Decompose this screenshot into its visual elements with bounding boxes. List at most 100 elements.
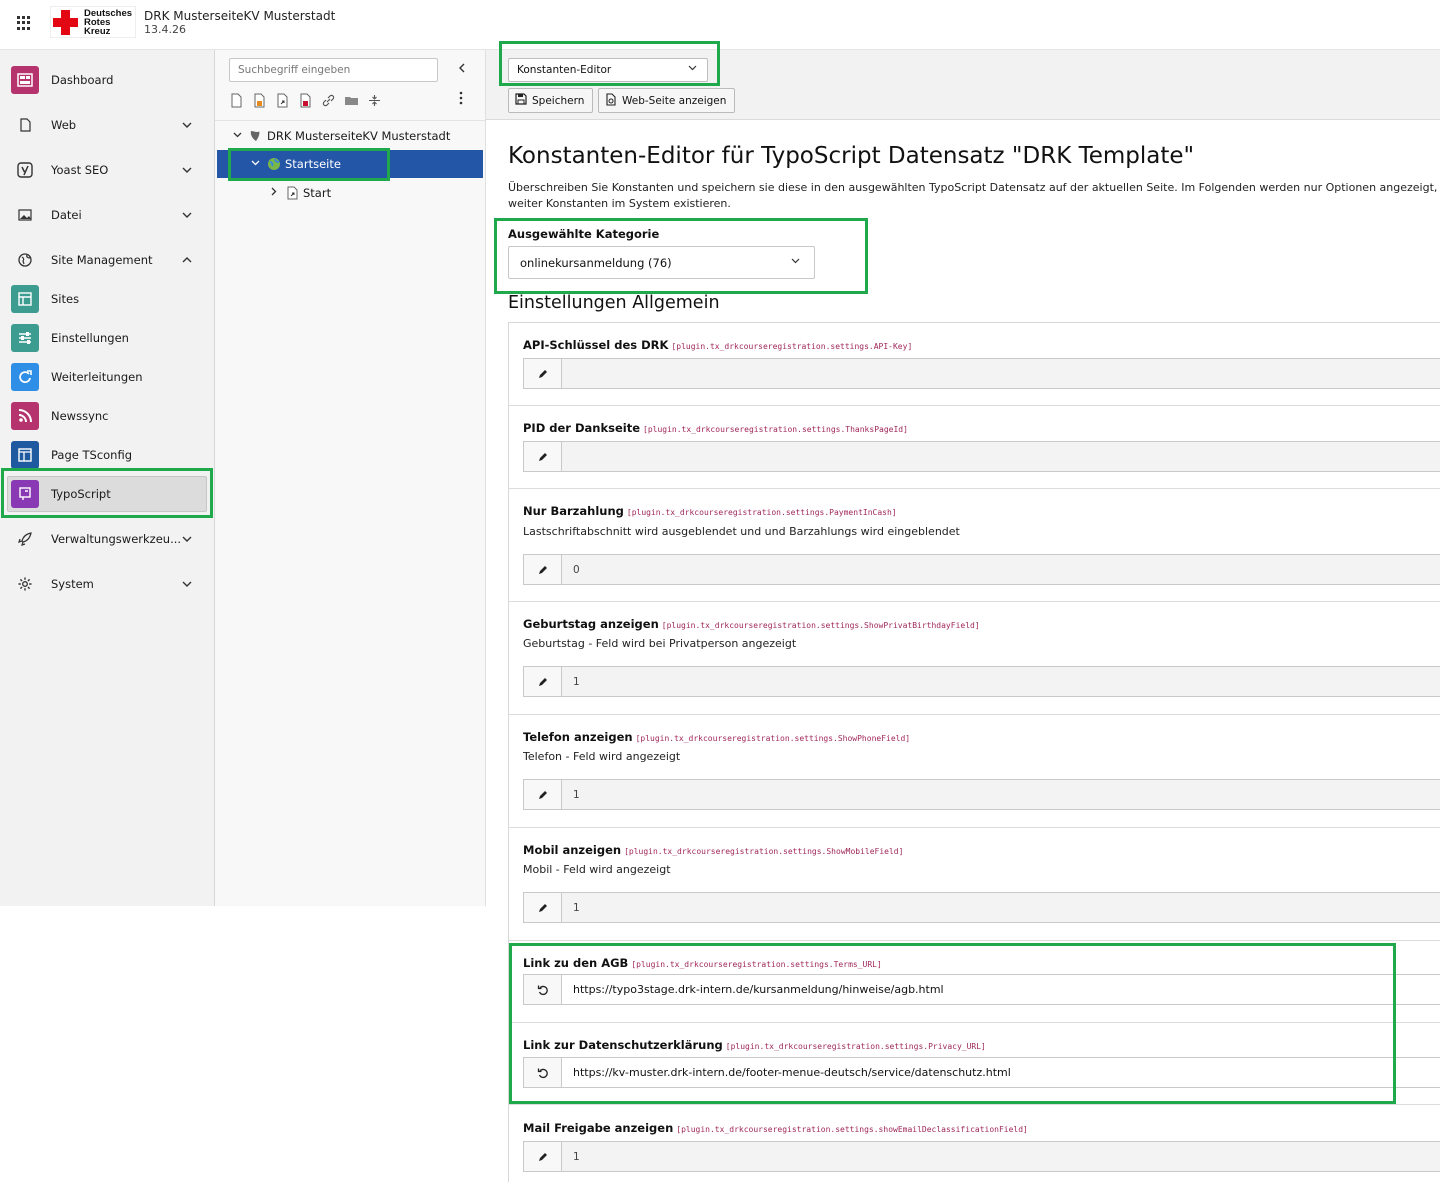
new-external-link-icon[interactable] bbox=[298, 93, 313, 108]
constant-value: https://kv-muster.drk-intern.de/footer-m… bbox=[573, 1066, 1011, 1079]
chevron-down-icon[interactable] bbox=[233, 131, 242, 141]
constant-key: [plugin.tx_drkcourseregistration.setting… bbox=[725, 1042, 986, 1051]
page-description: Überschreiben Sie Konstanten und speiche… bbox=[508, 181, 1440, 210]
globe-page-icon bbox=[267, 157, 281, 174]
constant-field[interactable]: https://kv-muster.drk-intern.de/footer-m… bbox=[523, 1057, 1440, 1088]
chevron-down-icon[interactable] bbox=[182, 165, 192, 176]
function-menu-value: Konstanten-Editor bbox=[517, 64, 612, 76]
view-webpage-button[interactable]: Web-Seite anzeigen bbox=[598, 88, 736, 113]
module-newssync[interactable]: Newssync bbox=[0, 398, 214, 434]
module-dashboard[interactable]: Dashboard bbox=[0, 62, 214, 98]
constant-field[interactable]: 1 bbox=[523, 1141, 1440, 1172]
app-grid-icon[interactable] bbox=[17, 16, 31, 30]
tree-toolbar bbox=[229, 91, 382, 109]
chevron-down-icon[interactable] bbox=[251, 159, 260, 169]
module-menu: Dashboard Web Yoast SEO Datei Site Manag… bbox=[0, 50, 215, 906]
constant-label: Mobil anzeigen [plugin.tx_drkcourseregist… bbox=[523, 843, 904, 857]
chevron-up-icon[interactable] bbox=[182, 255, 192, 266]
module-label: Yoast SEO bbox=[51, 163, 109, 177]
site-version: 13.4.26 bbox=[144, 23, 186, 36]
pencil-icon[interactable] bbox=[524, 893, 562, 922]
pencil-icon[interactable] bbox=[524, 1142, 562, 1171]
module-site-management[interactable]: Site Management bbox=[0, 242, 214, 278]
module-sites[interactable]: Sites bbox=[0, 281, 214, 317]
constant-row: Mail Freigabe anzeigen [plugin.tx_drkcour… bbox=[509, 1104, 1440, 1182]
reset-icon[interactable] bbox=[524, 975, 562, 1004]
folder-icon[interactable] bbox=[344, 93, 359, 108]
constant-value bbox=[562, 442, 573, 471]
module-label: Dashboard bbox=[51, 73, 114, 87]
constant-label: PID der Dankseite [plugin.tx_drkcoursereg… bbox=[523, 421, 908, 435]
tree-node-startseite[interactable]: Startseite bbox=[217, 150, 483, 178]
view-webpage-label: Web-Seite anzeigen bbox=[622, 94, 727, 107]
divider-icon[interactable] bbox=[367, 93, 382, 108]
chevron-right-icon[interactable] bbox=[271, 187, 277, 199]
image-icon bbox=[11, 201, 39, 229]
module-web[interactable]: Web bbox=[0, 107, 214, 143]
constant-field[interactable]: 0 bbox=[523, 554, 1440, 585]
constant-field[interactable]: https://typo3stage.drk-intern.de/kursanm… bbox=[523, 974, 1440, 1005]
shortcut-page-icon bbox=[286, 186, 299, 203]
module-label: Sites bbox=[51, 292, 80, 306]
new-page-icon[interactable] bbox=[229, 93, 244, 108]
chevron-down-icon bbox=[688, 64, 697, 74]
tree-node-root[interactable]: DRK MusterseiteKV Musterstadt bbox=[217, 122, 483, 150]
module-verwaltungswerkzeuge[interactable]: Verwaltungswerkzeu... bbox=[0, 521, 214, 557]
category-select[interactable]: onlinekursanmeldung (76) bbox=[508, 246, 815, 279]
chevron-down-icon[interactable] bbox=[182, 120, 192, 131]
constant-row: Link zu den AGB [plugin.tx_drkcourseregis… bbox=[509, 940, 1440, 1022]
new-page-special-icon[interactable] bbox=[252, 93, 267, 108]
chevron-down-icon[interactable] bbox=[182, 579, 192, 590]
view-page-icon bbox=[605, 92, 617, 109]
constant-label: Nur Barzahlung [plugin.tx_drkcourseregist… bbox=[523, 504, 897, 518]
constant-field[interactable] bbox=[523, 441, 1440, 472]
pencil-icon[interactable] bbox=[524, 359, 562, 388]
pencil-icon[interactable] bbox=[524, 555, 562, 584]
link-icon[interactable] bbox=[321, 93, 336, 108]
more-options-icon[interactable] bbox=[459, 91, 463, 109]
category-value: onlinekursanmeldung (76) bbox=[520, 255, 672, 270]
constant-field[interactable] bbox=[523, 358, 1440, 389]
module-weiterleitungen[interactable]: Weiterleitungen bbox=[0, 359, 214, 395]
function-menu-select[interactable]: Konstanten-Editor bbox=[508, 58, 708, 82]
constant-label: Geburtstag anzeigen [plugin.tx_drkcourser… bbox=[523, 617, 980, 631]
constant-field[interactable]: 1 bbox=[523, 892, 1440, 923]
module-yoast-seo[interactable]: Yoast SEO bbox=[0, 152, 214, 188]
chevron-down-icon[interactable] bbox=[182, 210, 192, 221]
drk-logo[interactable]: Deutsches Rotes Kreuz bbox=[50, 6, 136, 38]
module-page-tsconfig[interactable]: Page TSconfig bbox=[0, 437, 214, 473]
red-cross-icon bbox=[53, 10, 78, 35]
constant-field[interactable]: 1 bbox=[523, 779, 1440, 810]
logo-text: Deutsches Rotes Kreuz bbox=[84, 8, 133, 37]
new-shortcut-icon[interactable] bbox=[275, 93, 290, 108]
constant-key: [plugin.tx_drkcourseregistration.setting… bbox=[671, 342, 913, 351]
module-label: Web bbox=[51, 118, 77, 132]
module-einstellungen[interactable]: Einstellungen bbox=[0, 320, 214, 356]
constant-value: https://typo3stage.drk-intern.de/kursanm… bbox=[573, 983, 944, 996]
reset-icon[interactable] bbox=[524, 1058, 562, 1087]
pencil-icon[interactable] bbox=[524, 442, 562, 471]
constants-panel: API-Schlüssel des DRK [plugin.tx_drkcours… bbox=[508, 322, 1440, 1182]
tree-node-label: Startseite bbox=[285, 157, 341, 171]
collapse-tree-icon[interactable] bbox=[458, 62, 466, 77]
module-system[interactable]: System bbox=[0, 566, 214, 602]
settings-sliders-icon bbox=[11, 324, 39, 352]
save-button[interactable]: Speichern bbox=[508, 88, 594, 113]
page-title: Konstanten-Editor für TypoScript Datensa… bbox=[508, 143, 1195, 169]
constant-label: Mail Freigabe anzeigen [plugin.tx_drkcour… bbox=[523, 1121, 1028, 1135]
section-title: Einstellungen Allgemein bbox=[508, 293, 720, 313]
constant-description: Telefon - Feld wird angezeigt bbox=[523, 750, 681, 763]
constant-description: Geburtstag - Feld wird bei Privatperson … bbox=[523, 637, 797, 650]
constant-label: Link zur Datenschutzerklärung [plugin.tx_… bbox=[523, 1038, 986, 1052]
constant-field[interactable]: 1 bbox=[523, 666, 1440, 697]
module-label: Datei bbox=[51, 208, 82, 222]
module-datei[interactable]: Datei bbox=[0, 197, 214, 233]
module-typoscript[interactable]: TypoScript bbox=[7, 476, 207, 512]
chevron-down-icon[interactable] bbox=[182, 534, 192, 545]
tree-node-start[interactable]: Start bbox=[217, 179, 483, 207]
pencil-icon[interactable] bbox=[524, 667, 562, 696]
save-label: Speichern bbox=[532, 94, 585, 107]
tree-search-input[interactable] bbox=[229, 58, 438, 82]
module-content: Konstanten-Editor für TypoScript Datensa… bbox=[486, 121, 1440, 1182]
pencil-icon[interactable] bbox=[524, 780, 562, 809]
